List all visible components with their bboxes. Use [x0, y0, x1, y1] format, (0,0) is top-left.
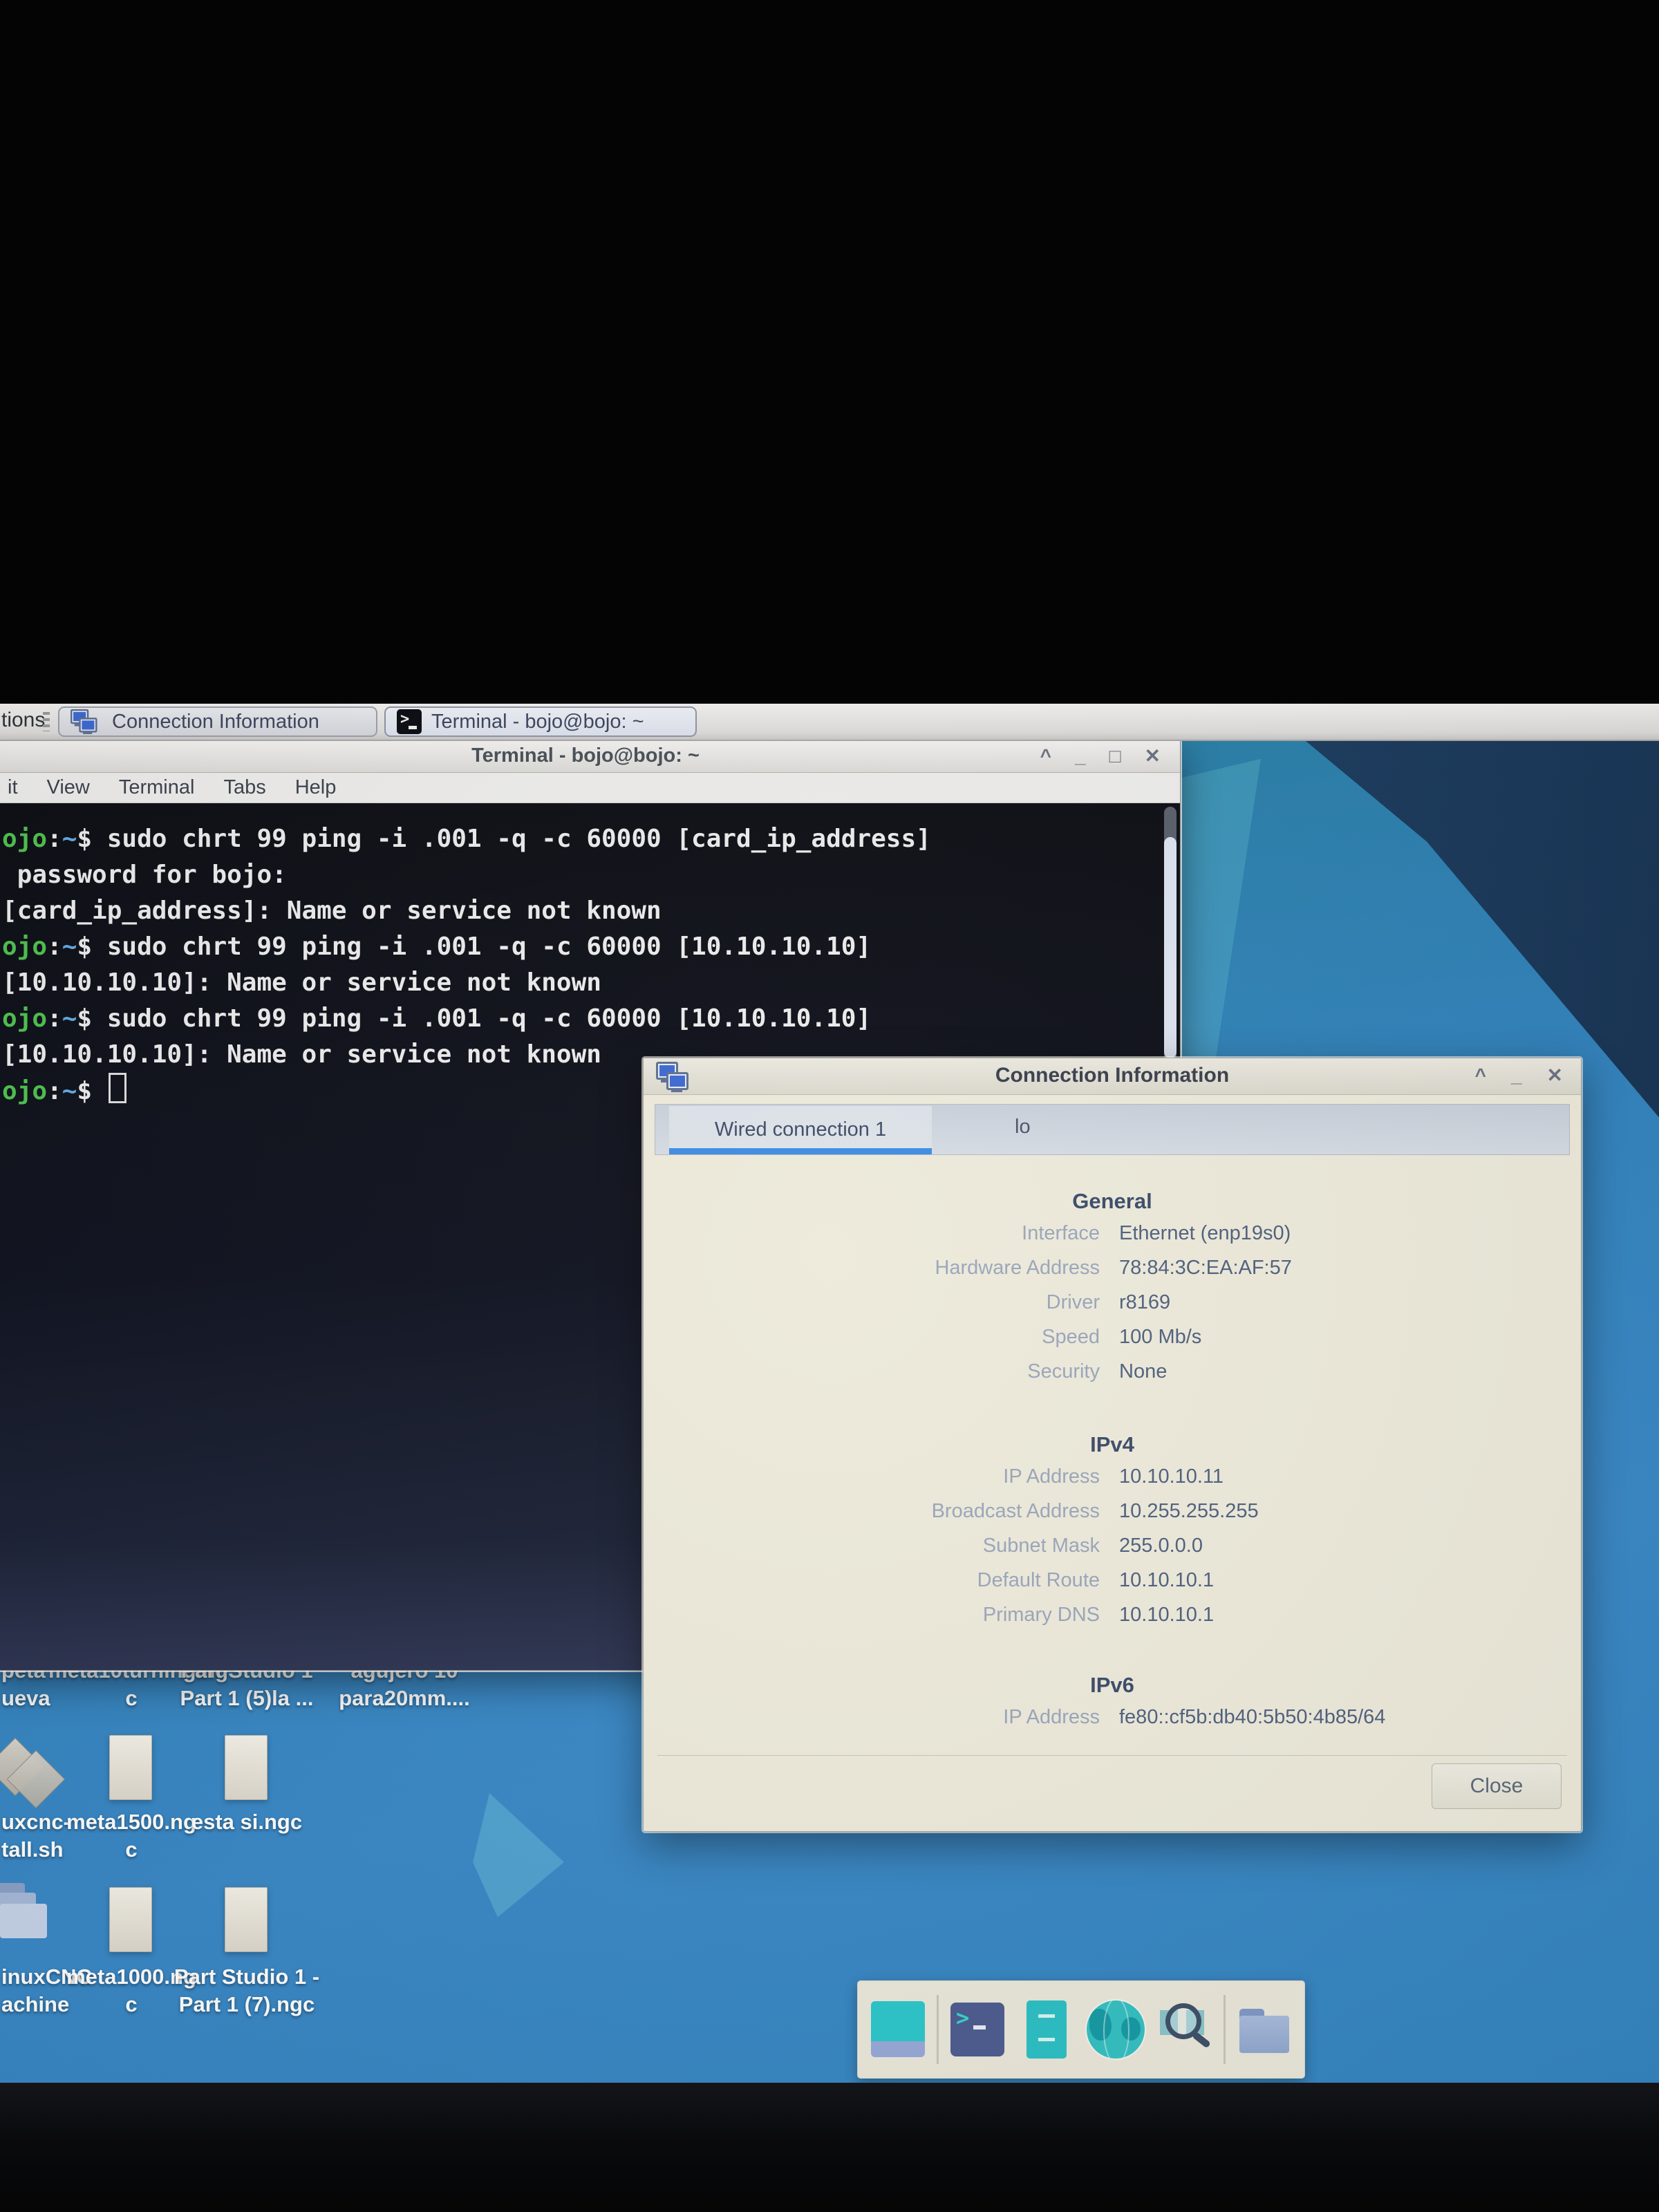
- terminal-line: password for bojo:: [2, 857, 1152, 893]
- terminal-menubar: it View Terminal Tabs Help: [0, 773, 1180, 803]
- info-value: fe80::cf5b:db40:5b50:4b85/64: [1119, 1706, 1385, 1729]
- dialog-separator: [657, 1755, 1567, 1756]
- dialog-title: Connection Information: [644, 1064, 1581, 1087]
- terminal-cursor: [109, 1073, 126, 1103]
- terminal-icon: >: [397, 709, 422, 734]
- terminal-line: ojo:~$ sudo chrt 99 ping -i .001 -q -c 6…: [2, 821, 1152, 857]
- applications-menu-fragment[interactable]: tions: [1, 709, 45, 732]
- info-value: 78:84:3C:EA:AF:57: [1119, 1257, 1292, 1280]
- desktop-icon-file[interactable]: [109, 1735, 152, 1800]
- info-value: 10.10.10.1: [1119, 1604, 1214, 1627]
- maximize-button[interactable]: □: [1109, 743, 1121, 769]
- menu-view[interactable]: View: [47, 776, 90, 799]
- taskbar-button-label: Terminal - bojo@bojo: ~: [431, 711, 644, 733]
- dock-separator: [1224, 1995, 1226, 2064]
- dialog-titlebar[interactable]: Connection Information ^ _ ✕: [644, 1058, 1581, 1095]
- terminal-titlebar[interactable]: Terminal - bojo@bojo: ~ ^ _ □ ✕: [0, 740, 1180, 773]
- terminal-launcher-icon[interactable]: >: [947, 1999, 1008, 2060]
- info-value: 10.255.255.255: [1119, 1500, 1259, 1523]
- info-label: IP Address: [671, 1465, 1119, 1488]
- info-value: 10.10.10.11: [1119, 1465, 1224, 1488]
- terminal-line: ojo:~$ sudo chrt 99 ping -i .001 -q -c 6…: [2, 929, 1152, 965]
- minimize-button[interactable]: _: [1075, 743, 1086, 769]
- info-value: None: [1119, 1360, 1167, 1383]
- info-row: IP Address10.10.10.11: [671, 1459, 1553, 1494]
- info-label: IP Address: [671, 1706, 1119, 1729]
- info-label: Driver: [671, 1291, 1119, 1314]
- info-label: Speed: [671, 1326, 1119, 1349]
- menu-help[interactable]: Help: [295, 776, 337, 799]
- bezel-top: [0, 0, 1659, 704]
- desktop-icon-label[interactable]: Part Studio 1 -Part 1 (7).ngc: [164, 1963, 330, 2018]
- dock-separator: [937, 1995, 939, 2064]
- desktop-icon-folder-stack[interactable]: [0, 1883, 57, 1945]
- info-label: Default Route: [671, 1569, 1119, 1592]
- laptop-screen: tions Connection Information > Terminal …: [0, 704, 1659, 2083]
- terminal-line: [10.10.10.10]: Name or service not known: [2, 965, 1152, 1001]
- desktop-icon-file[interactable]: [225, 1735, 268, 1800]
- show-desktop-icon[interactable]: [868, 1999, 928, 2060]
- close-icon[interactable]: ✕: [1547, 1062, 1563, 1089]
- taskbar-button-label: Connection Information: [112, 711, 319, 733]
- info-row: Driverr8169: [671, 1285, 1553, 1320]
- info-row: Hardware Address78:84:3C:EA:AF:57: [671, 1250, 1553, 1285]
- info-label: Hardware Address: [671, 1257, 1119, 1280]
- info-row: Speed100 Mb/s: [671, 1320, 1553, 1354]
- info-label: Primary DNS: [671, 1604, 1119, 1627]
- desktop-icon-script[interactable]: [0, 1731, 72, 1807]
- info-value: 255.0.0.0: [1119, 1535, 1203, 1557]
- dialog-sections: GeneralInterfaceEthernet (enp19s0)Hardwa…: [671, 1155, 1553, 1734]
- info-label: Interface: [671, 1222, 1119, 1245]
- info-value: Ethernet (enp19s0): [1119, 1222, 1291, 1245]
- network-monitors-icon: [71, 709, 97, 734]
- info-row: SecurityNone: [671, 1354, 1553, 1389]
- info-row: Default Route10.10.10.1: [671, 1563, 1553, 1597]
- web-browser-icon[interactable]: [1085, 1999, 1146, 2060]
- info-row: Primary DNS10.10.10.1: [671, 1597, 1553, 1632]
- section-header: IPv6: [671, 1671, 1553, 1700]
- top-taskbar: tions Connection Information > Terminal …: [0, 704, 1659, 741]
- info-value: 100 Mb/s: [1119, 1326, 1201, 1349]
- dialog-tabstrip: Wired connection 1 lo: [655, 1104, 1570, 1155]
- tab-lo[interactable]: lo: [1015, 1105, 1031, 1149]
- close-button[interactable]: Close: [1432, 1763, 1562, 1809]
- taskbar-button-connection-information[interactable]: Connection Information: [58, 706, 377, 737]
- shade-button[interactable]: ^: [1475, 1062, 1486, 1089]
- info-row: IP Addressfe80::cf5b:db40:5b50:4b85/64: [671, 1700, 1553, 1734]
- tab-wired-connection-1[interactable]: Wired connection 1: [669, 1106, 932, 1153]
- panel-handle: [43, 712, 50, 731]
- menu-it[interactable]: it: [8, 776, 18, 799]
- scrollbar-thumb[interactable]: [1164, 837, 1177, 1058]
- shade-button[interactable]: ^: [1040, 743, 1051, 769]
- section-header: IPv4: [671, 1430, 1553, 1459]
- terminal-line: ojo:~$ sudo chrt 99 ping -i .001 -q -c 6…: [2, 1001, 1152, 1037]
- info-row: Subnet Mask255.0.0.0: [671, 1528, 1553, 1563]
- text-editor-icon[interactable]: [1016, 1999, 1077, 2060]
- minimize-button[interactable]: _: [1511, 1062, 1522, 1089]
- terminal-window-title: Terminal - bojo@bojo: ~: [0, 744, 1180, 767]
- close-button[interactable]: ✕: [1145, 743, 1161, 769]
- info-row: Broadcast Address10.255.255.255: [671, 1494, 1553, 1528]
- desktop-icon-file[interactable]: [109, 1887, 152, 1952]
- info-row: InterfaceEthernet (enp19s0): [671, 1216, 1553, 1250]
- taskbar-button-terminal[interactable]: > Terminal - bojo@bojo: ~: [384, 706, 697, 737]
- info-label: Security: [671, 1360, 1119, 1383]
- menu-terminal[interactable]: Terminal: [119, 776, 195, 799]
- file-manager-icon[interactable]: [1234, 1999, 1295, 2060]
- bezel-bottom: [0, 2083, 1659, 2212]
- info-value: 10.10.10.1: [1119, 1569, 1214, 1592]
- section-header: General: [671, 1187, 1553, 1216]
- connection-information-dialog: Connection Information ^ _ ✕ Wired conne…: [643, 1058, 1582, 1832]
- desktop-icon-label[interactable]: esta si.ngc: [164, 1808, 330, 1836]
- active-tab-underline: [669, 1148, 932, 1154]
- info-label: Subnet Mask: [671, 1535, 1119, 1557]
- desktop-icon-file[interactable]: [225, 1887, 268, 1952]
- terminal-line: [card_ip_address]: Name or service not k…: [2, 893, 1152, 929]
- dock: >: [857, 1980, 1305, 2079]
- info-value: r8169: [1119, 1291, 1170, 1314]
- info-label: Broadcast Address: [671, 1500, 1119, 1523]
- application-finder-icon[interactable]: [1154, 1999, 1215, 2060]
- menu-tabs[interactable]: Tabs: [223, 776, 265, 799]
